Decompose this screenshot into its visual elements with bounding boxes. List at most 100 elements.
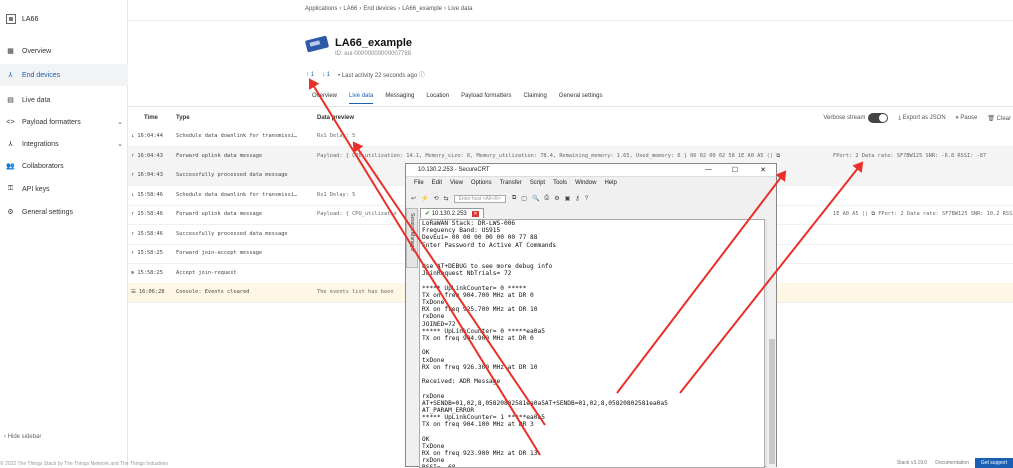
sidebar-item-label: Collaborators — [22, 162, 64, 170]
terminal-output[interactable]: LoRaWAN Stack: DR-LWS-006 Frequency Band:… — [419, 219, 765, 468]
session-manager-panel[interactable]: Session Manager — [406, 208, 418, 268]
pause-button[interactable]: ⏸ Pause — [956, 115, 978, 122]
menu-script[interactable]: Script — [530, 180, 545, 186]
disconnect-icon[interactable]: ⇆ — [444, 195, 449, 202]
host-input[interactable]: Enter host <Alt+R> — [453, 194, 506, 203]
menu-view[interactable]: View — [450, 180, 463, 186]
sidebar-item-label: Overview — [22, 47, 52, 55]
sidebar-item-general-settings[interactable]: ⚙ General settings — [0, 201, 128, 223]
help-icon[interactable]: ? — [585, 196, 588, 202]
settings-icon[interactable]: ⚙ — [554, 195, 559, 202]
sidebar-item-api-keys[interactable]: ⚿ API keys — [0, 178, 128, 200]
event-time: ↓ 16:04:44 — [131, 133, 163, 139]
maximize-icon[interactable]: ☐ — [732, 166, 738, 174]
tab-live-data[interactable]: Live data — [349, 93, 374, 104]
securecrt-toolbar: ↩ ⚡ ⟲ ⇆ Enter host <Alt+R> ⧉ ▢ 🔍 ⎙ ⚙ ▣ ⚷… — [411, 193, 771, 204]
event-type: Schedule data downlink for transmissi… — [176, 191, 298, 198]
session-tab[interactable]: ✔ 10.130.2.253 ✕ — [420, 208, 484, 218]
sidebar-item-integrations[interactable]: ⅄ Integrations ⌄ — [0, 133, 128, 155]
terminal-line: AT_PARAM_ERROR — [422, 406, 475, 414]
connect-icon[interactable]: ↩ — [411, 195, 416, 202]
event-time: ↑ 15:58:46 — [131, 211, 163, 217]
breadcrumb-item[interactable]: Live data — [448, 6, 472, 12]
close-icon[interactable]: ✕ — [760, 166, 766, 174]
sidebar-item-collaborators[interactable]: 👥 Collaborators — [0, 155, 128, 177]
tab-overview[interactable]: Overview — [312, 93, 337, 104]
chevron-down-icon[interactable]: ⌄ — [117, 140, 123, 148]
device-tabs: Overview Live data Messaging Location Payloa… — [312, 93, 614, 104]
terminal-scrollbar[interactable] — [766, 219, 776, 468]
print-icon[interactable]: ⎙ — [544, 195, 549, 202]
tab-payload-formatters[interactable]: Payload formatters — [461, 93, 511, 104]
menu-file[interactable]: File — [414, 180, 424, 186]
tab-location[interactable]: Location — [426, 93, 449, 104]
event-time: ↑ 15:58:46 — [131, 230, 163, 237]
device-id: ID: eui-00000000000007788 — [335, 51, 412, 57]
terminal-line: JoinRequest NbTrials= 72 — [422, 270, 512, 278]
event-time: ☰ 16:06:28 — [131, 289, 165, 295]
breadcrumb-item[interactable]: End devices — [363, 6, 396, 12]
tab-messaging[interactable]: Messaging — [385, 93, 414, 104]
clear-button[interactable]: 🗑 Clear — [987, 115, 1011, 122]
event-metadata: 1E A0 A5 ⟨⟩ ⧉ FPort: 2 Data rate: SF7BW1… — [833, 211, 1013, 217]
find-icon[interactable]: 🔍 — [532, 195, 539, 202]
verbose-stream-toggle[interactable]: Verbose stream — [823, 113, 889, 123]
toggle-switch[interactable] — [868, 113, 889, 123]
paste-icon[interactable]: ▢ — [521, 195, 527, 202]
securecrt-titlebar[interactable]: 10.130.2.253 - SecureCRT — ☐ ✕ — [406, 164, 776, 177]
terminal-line: RX on freq 923.900 MHz at DR 13 — [422, 450, 538, 457]
sidebar-item-icon: ⚙ — [7, 209, 14, 216]
breadcrumb-item[interactable]: LA66_example — [402, 6, 442, 12]
terminal-line: RX on freq 925.700 MHz at DR 10 — [422, 306, 538, 314]
export-json-button[interactable]: ⤓ Export as JSON — [898, 115, 945, 122]
sidebar-item-end-devices[interactable]: ⅄ End devices — [0, 64, 128, 86]
tab-close-icon[interactable]: ✕ — [472, 211, 479, 217]
key-icon[interactable]: ⚷ — [575, 195, 579, 202]
terminal-line: txDone — [422, 356, 445, 364]
app-header[interactable]: LA66 — [6, 14, 38, 24]
chevron-down-icon[interactable]: ⌄ — [117, 118, 123, 126]
breadcrumb-separator: › — [359, 6, 362, 12]
copy-icon[interactable]: ⧉ — [512, 195, 516, 202]
documentation-link[interactable]: Documentation — [935, 460, 969, 466]
sidebar-item-payload-formatters[interactable]: <> Payload formatters ⌄ — [0, 111, 128, 133]
sidebar-item-label: General settings — [22, 208, 73, 216]
terminal-line: Enter Password to Active AT Commands — [422, 241, 557, 249]
securecrt-menu: File Edit View Options Transfer Script Tools Wi… — [414, 180, 625, 186]
menu-transfer[interactable]: Transfer — [500, 180, 522, 186]
breadcrumb-item[interactable]: Applications — [305, 6, 337, 12]
event-preview: Rx1 Delay: 5 — [317, 191, 356, 198]
sidebar-item-label: Live data — [22, 96, 51, 104]
securecrt-window[interactable]: 10.130.2.253 - SecureCRT — ☐ ✕ File Edit V… — [405, 163, 777, 468]
window-title: 10.130.2.253 - SecureCRT — [418, 167, 490, 173]
event-preview: Rx1 Delay: 5 — [317, 133, 356, 139]
terminal-line: rxDone — [422, 313, 445, 321]
minimize-icon[interactable]: — — [705, 166, 712, 173]
reconnect-icon[interactable]: ⟲ — [434, 195, 439, 202]
event-preview: Payload: { CPU_utilization: 14.1, Memory… — [317, 152, 780, 159]
menu-help[interactable]: Help — [604, 180, 616, 186]
device-icon — [304, 35, 330, 53]
hide-sidebar-button[interactable]: ‹ Hide sidebar — [4, 434, 41, 440]
sidebar-item-overview[interactable]: ▦ Overview — [0, 40, 128, 62]
sftp-icon[interactable]: ▣ — [565, 195, 571, 202]
lightning-icon[interactable]: ⚡ — [421, 195, 428, 202]
sidebar-item-live-data[interactable]: ▤ Live data — [0, 89, 128, 111]
sidebar-item-icon: ⅄ — [8, 72, 13, 79]
tab-general-settings[interactable]: General settings — [559, 93, 603, 104]
event-type: Forward uplink data message — [176, 152, 263, 159]
menu-tools[interactable]: Tools — [553, 180, 567, 186]
event-type: Accept join-request — [176, 269, 237, 276]
menu-options[interactable]: Options — [471, 180, 492, 186]
menu-window[interactable]: Window — [575, 180, 596, 186]
table-row[interactable]: ↓ 16:04:44 Schedule data downlink for tra… — [128, 127, 1013, 147]
sidebar-item-icon: ▤ — [7, 97, 14, 104]
event-metadata: FPort: 2 Data rate: SF7BW125 SNR: -6.8 R… — [833, 152, 987, 159]
connected-icon: ✔ — [425, 211, 431, 217]
breadcrumb-item[interactable]: LA66 — [343, 6, 357, 12]
menu-edit[interactable]: Edit — [432, 180, 442, 186]
tab-claiming[interactable]: Claiming — [523, 93, 546, 104]
